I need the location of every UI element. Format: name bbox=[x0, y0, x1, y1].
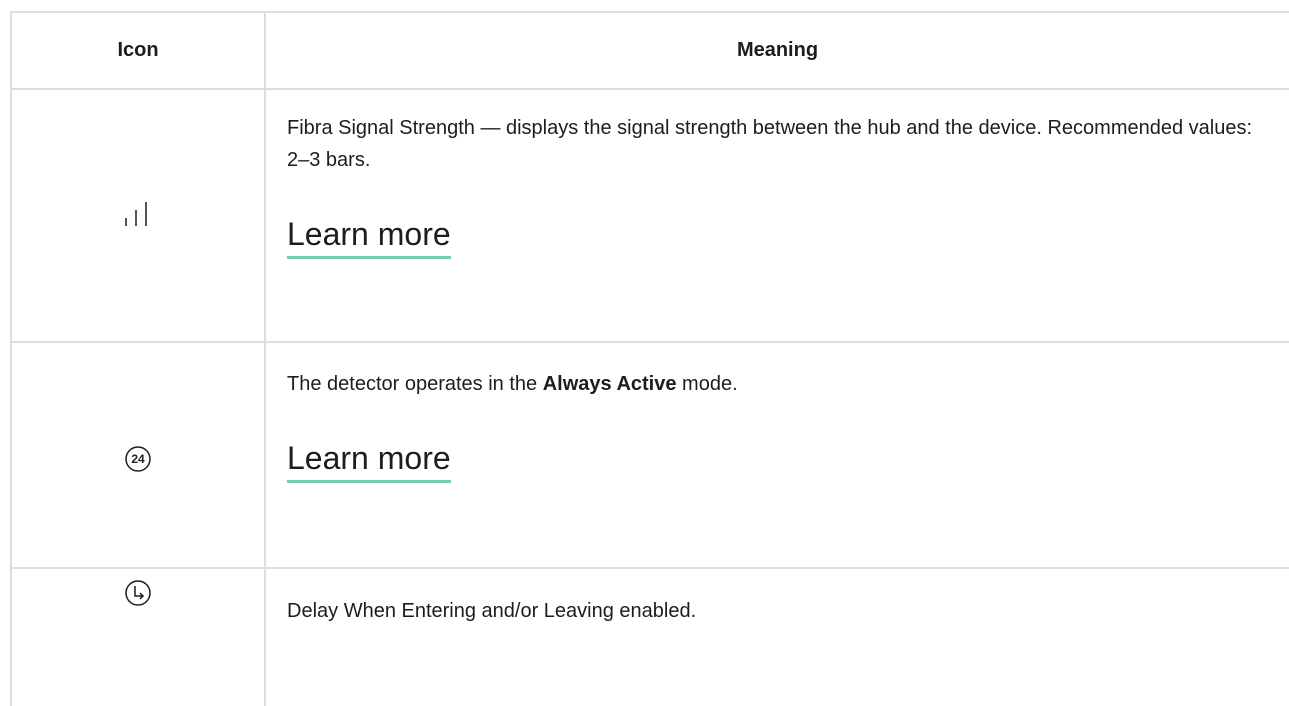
delay-description: Delay When Entering and/or Leaving enabl… bbox=[287, 600, 697, 622]
table-row-2-icon-cell: 24 bbox=[12, 343, 264, 575]
always-active-24-icon: 24 bbox=[124, 445, 152, 473]
always-active-text-after: mode. bbox=[676, 373, 738, 395]
table-row-3-icon-cell bbox=[12, 579, 264, 612]
learn-more-link[interactable]: Learn more bbox=[287, 438, 451, 483]
always-active-mode-name: Always Active bbox=[542, 373, 677, 395]
always-active-24-label: 24 bbox=[131, 452, 145, 466]
row-divider bbox=[10, 567, 1289, 569]
delay-clock-icon bbox=[124, 579, 152, 612]
signal-strength-icon bbox=[122, 200, 154, 233]
learn-more-link[interactable]: Learn more bbox=[287, 214, 451, 259]
header-icon-column: Icon bbox=[117, 39, 159, 61]
always-active-description: The detector operates in the Always Acti… bbox=[287, 368, 1267, 400]
table-row-1-icon-cell bbox=[12, 90, 264, 343]
table-row-3-meaning: Delay When Entering and/or Leaving enabl… bbox=[287, 595, 1267, 627]
column-divider bbox=[264, 11, 266, 706]
signal-strength-description: Fibra Signal Strength — displays the sig… bbox=[287, 117, 1253, 171]
table-row-2-meaning: The detector operates in the Always Acti… bbox=[287, 368, 1267, 483]
table-row-1-meaning: Fibra Signal Strength — displays the sig… bbox=[287, 112, 1267, 259]
always-active-text-before: The detector operates in the bbox=[287, 373, 543, 395]
header-meaning-column: Meaning bbox=[736, 39, 819, 61]
